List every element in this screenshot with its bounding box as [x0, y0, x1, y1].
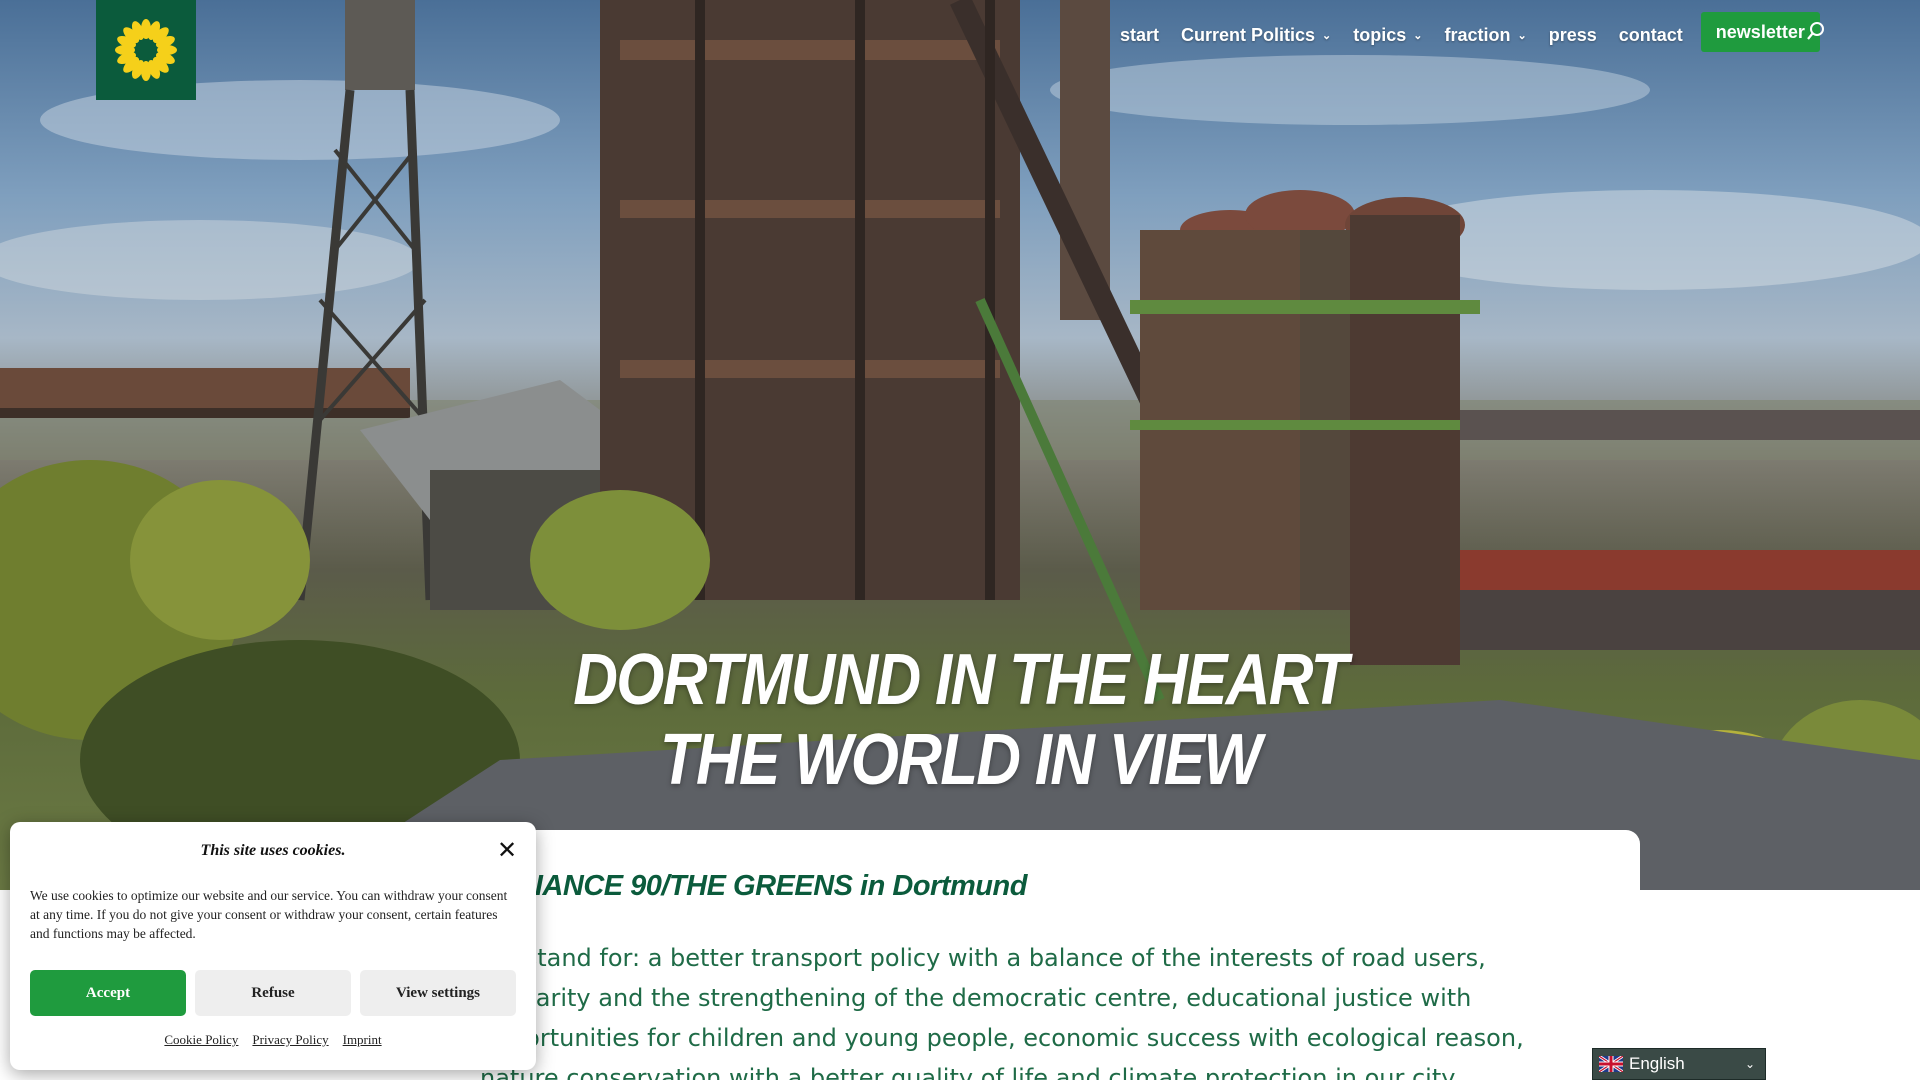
nav-item-label: topics — [1353, 24, 1407, 45]
chevron-down-icon: ⌄ — [1322, 29, 1332, 42]
nav-item-current-politics[interactable]: Current Politics ⌄ — [1181, 24, 1331, 46]
nav-item-label: fraction — [1444, 24, 1511, 45]
view-settings-button[interactable]: View settings — [360, 970, 516, 1016]
intro-heading: ALLIANCE 90/THE GREENS in Dortmund — [480, 870, 1027, 902]
page: start Current Politics ⌄ topics ⌄ fraction… — [0, 0, 1920, 1080]
accept-cookies-button[interactable]: Accept — [30, 970, 186, 1016]
intro-text: We stand for: a better transport policy … — [480, 944, 1524, 1080]
chevron-down-icon: ⌄ — [1517, 29, 1527, 42]
privacy-policy-link[interactable]: Privacy Policy — [252, 1032, 328, 1048]
nav-item-label: start — [1120, 24, 1160, 45]
main-nav: start Current Politics ⌄ topics ⌄ fraction… — [1120, 12, 1820, 52]
cookie-title: This site uses cookies. — [200, 842, 346, 859]
hero-title-line2: THE WORLD IN VIEW — [659, 720, 1262, 800]
cookie-dialog: This site uses cookies. ✕ We use cookies… — [10, 822, 536, 1070]
cookie-links: Cookie Policy Privacy Policy Imprint — [10, 1032, 536, 1048]
hero-title: DORTMUND IN THE HEART THE WORLD IN VIEW — [530, 640, 1390, 800]
chevron-down-icon: ⌄ — [1413, 29, 1423, 42]
cookie-text: We use cookies to optimize our website a… — [30, 888, 508, 941]
nav-item-contact[interactable]: contact — [1619, 24, 1683, 46]
intro-card: ALLIANCE 90/THE GREENS in Dortmund We st… — [480, 830, 1640, 1080]
newsletter-button[interactable]: newsletter — [1700, 12, 1820, 52]
nav-item-start[interactable]: start — [1120, 24, 1159, 46]
sunflower-icon — [115, 19, 177, 81]
nav-item-topics[interactable]: topics ⌄ — [1353, 24, 1422, 46]
hero-banner: start Current Politics ⌄ topics ⌄ fraction… — [0, 0, 1920, 890]
hero-title-line1: DORTMUND IN THE HEART — [573, 640, 1348, 720]
site-logo[interactable] — [96, 0, 196, 100]
nav-item-label: contact — [1618, 24, 1683, 45]
language-label: English — [1629, 1054, 1685, 1073]
cookie-policy-link[interactable]: Cookie Policy — [164, 1032, 238, 1048]
nav-item-press[interactable]: press — [1549, 24, 1597, 46]
nav-item-label: Current Politics — [1181, 24, 1316, 45]
imprint-link[interactable]: Imprint — [343, 1032, 382, 1048]
uk-flag-icon — [1599, 1056, 1623, 1072]
nav-item-fraction[interactable]: fraction ⌄ — [1445, 24, 1527, 46]
search-icon[interactable] — [1806, 21, 1826, 41]
language-selector[interactable]: English ⌄ — [1592, 1048, 1766, 1080]
chevron-down-icon: ⌄ — [1744, 1057, 1755, 1071]
refuse-cookies-button[interactable]: Refuse — [195, 970, 351, 1016]
close-icon[interactable]: ✕ — [497, 838, 517, 862]
nav-item-label: press — [1548, 24, 1597, 45]
